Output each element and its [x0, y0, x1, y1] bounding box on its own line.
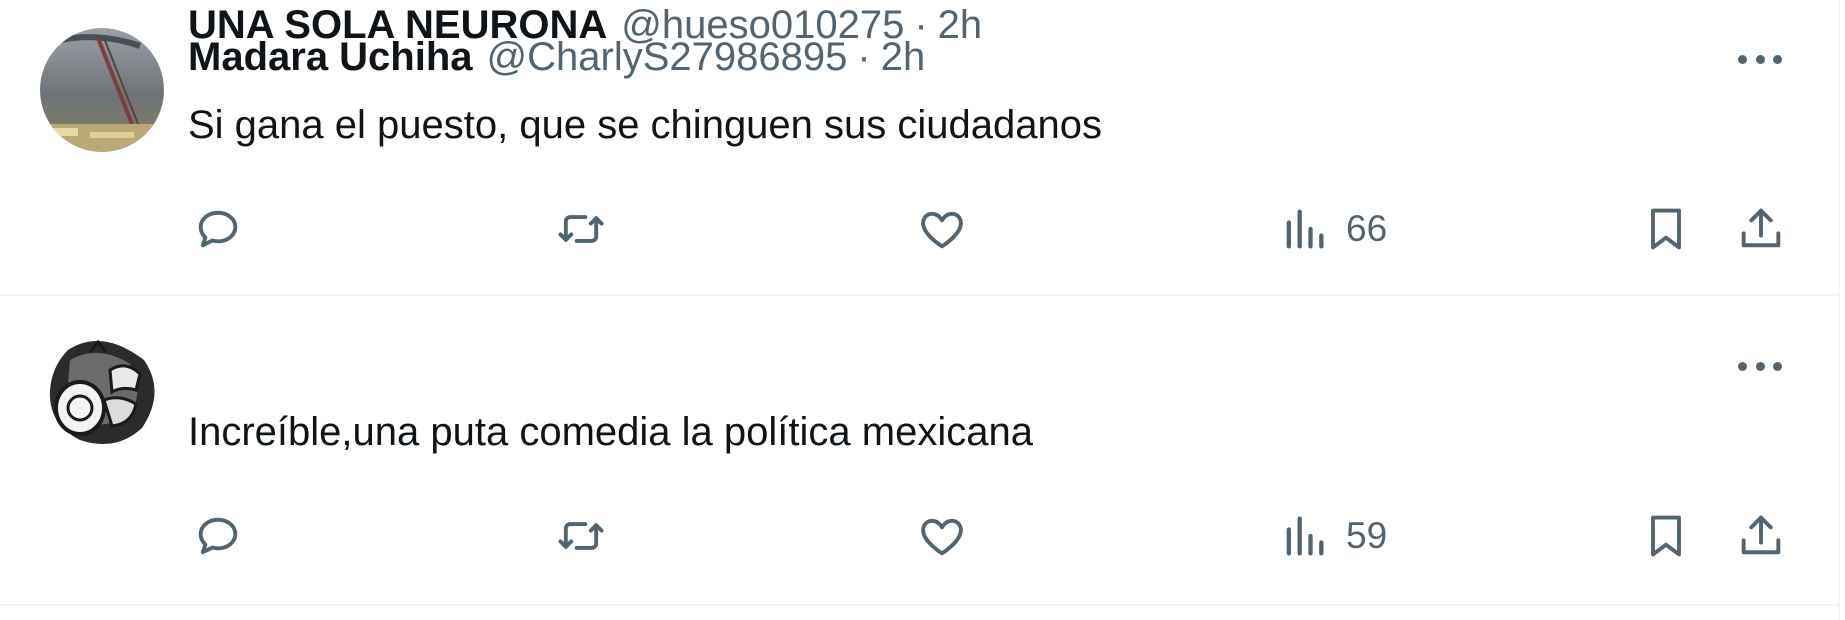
like-icon	[921, 518, 963, 556]
views-count: 59	[1346, 515, 1388, 556]
reply-button[interactable]	[192, 203, 244, 255]
retweet-icon	[558, 215, 604, 243]
views-count: 66	[1346, 208, 1388, 249]
bookmark-icon	[1651, 208, 1681, 250]
more-icon[interactable]	[1738, 49, 1782, 69]
views-button[interactable]: 59	[1278, 510, 1387, 562]
bookmark-button[interactable]	[1640, 203, 1692, 255]
tweet-text: Si gana el puesto, que se chinguen sus c…	[188, 103, 1103, 147]
views-button[interactable]: 66	[1278, 203, 1387, 255]
avatar-image	[40, 330, 164, 454]
views-icon	[1286, 516, 1324, 556]
retweet-button[interactable]	[555, 510, 607, 562]
share-icon	[1741, 208, 1781, 248]
like-button[interactable]	[916, 510, 968, 562]
retweet-button[interactable]	[555, 203, 607, 255]
reply-icon	[198, 517, 238, 555]
reply-button[interactable]	[192, 510, 244, 562]
bookmark-button[interactable]	[1640, 510, 1692, 562]
views-icon	[1286, 209, 1324, 249]
timestamp[interactable]: 2h	[938, 3, 983, 48]
more-icon[interactable]	[1738, 356, 1782, 376]
share-button[interactable]	[1735, 203, 1787, 255]
share-button[interactable]	[1735, 510, 1787, 562]
like-icon	[921, 211, 963, 249]
tweet-text: Increíble,una puta comedia la política m…	[188, 410, 1033, 454]
tweet-header: UNA SOLA NEURONA @hueso010275 · 2h	[188, 0, 982, 50]
like-button[interactable]	[916, 203, 968, 255]
avatar[interactable]	[40, 28, 164, 152]
reply-icon	[198, 210, 238, 248]
share-icon	[1741, 515, 1781, 555]
avatar-image	[40, 28, 164, 152]
display-name[interactable]: UNA SOLA NEURONA	[188, 3, 607, 48]
avatar[interactable]	[40, 330, 164, 454]
reply-feed: Madara Uchiha @CharlyS27986895 · 2h Si g…	[0, 0, 1840, 620]
retweet-icon	[558, 522, 604, 550]
username[interactable]: @hueso010275	[621, 3, 904, 48]
bookmark-icon	[1651, 515, 1681, 557]
separator: ·	[914, 2, 928, 47]
